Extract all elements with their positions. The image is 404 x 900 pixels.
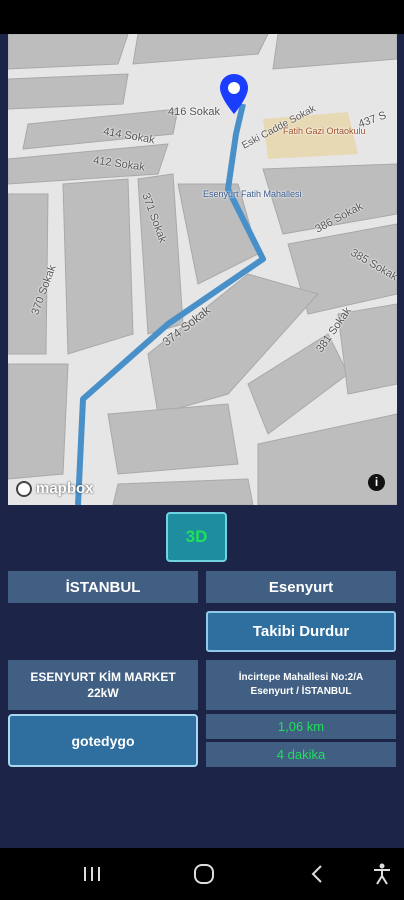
- accessibility-icon[interactable]: [372, 863, 392, 885]
- poi-label: Esenyurt Fatih Mahallesi: [203, 189, 302, 199]
- city-label: İSTANBUL: [8, 571, 198, 603]
- toggle-3d-button[interactable]: 3D: [166, 512, 227, 562]
- stop-tracking-button[interactable]: Takibi Durdur: [206, 611, 396, 652]
- station-name: ESENYURT KİM MARKET: [30, 670, 176, 684]
- distance-value: 1,06 km: [206, 714, 396, 739]
- station-info: ESENYURT KİM MARKET 22kW: [8, 660, 198, 710]
- address-line1: İncirtepe Mahallesi No:2/A: [238, 672, 364, 683]
- status-bar: [0, 0, 404, 34]
- station-power: 22kW: [87, 686, 119, 700]
- system-nav-bar: [0, 848, 404, 900]
- street-label: 416 Sokak: [168, 106, 220, 118]
- address-info: İncirtepe Mahallesi No:2/A Esenyurt / İS…: [206, 660, 396, 710]
- district-label: Esenyurt: [206, 571, 396, 603]
- recent-apps-icon[interactable]: [82, 864, 102, 884]
- map-buildings: [8, 34, 397, 505]
- back-icon[interactable]: [310, 864, 324, 884]
- home-icon[interactable]: [193, 863, 215, 885]
- mapbox-mark-icon: [16, 480, 32, 497]
- info-icon[interactable]: i: [368, 474, 385, 491]
- go-button[interactable]: gotedygo: [8, 714, 198, 767]
- destination-pin-icon[interactable]: [220, 74, 248, 114]
- duration-value: 4 dakika: [206, 742, 396, 767]
- mapbox-attribution: mapbox: [36, 480, 94, 497]
- mapbox-logo[interactable]: mapbox: [16, 480, 94, 497]
- poi-label: Fatih Gazi Ortaokulu: [283, 126, 366, 136]
- address-line2: Esenyurt / İSTANBUL: [250, 686, 352, 697]
- map-view[interactable]: 416 Sokak 414 Sokak 412 Sokak 371 Sokak …: [8, 34, 397, 505]
